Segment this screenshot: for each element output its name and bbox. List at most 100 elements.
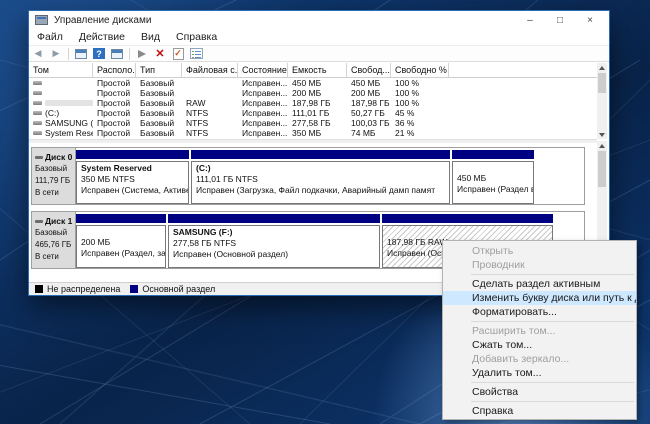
partition-status: Исправен (Система, Активен, <box>81 185 189 195</box>
caption-buttons: – □ × <box>515 11 605 29</box>
column-header-type[interactable]: Тип <box>136 63 182 77</box>
menu-item-explorer: Проводник <box>472 259 525 271</box>
column-header-free-percent[interactable]: Свободно % <box>391 63 449 77</box>
volume-type: Базовый <box>140 98 175 108</box>
disk-1-label[interactable]: Диск 1 Базовый 465,76 ГБ В сети <box>32 212 76 268</box>
mark-active-icon[interactable]: ✓ <box>170 47 186 61</box>
forward-icon[interactable]: ▶ <box>48 47 64 61</box>
menu-item-delete-volume[interactable]: Удалить том... <box>443 366 636 380</box>
partition-samsung-f[interactable]: SAMSUNG (F:) 277,58 ГБ NTFS Исправен (Ос… <box>168 214 380 268</box>
disk-size: 465,76 ГБ <box>35 240 72 249</box>
menu-item-mark-active[interactable]: Сделать раздел активным <box>443 277 636 291</box>
delete-volume-icon[interactable]: ✕ <box>152 47 168 61</box>
menu-item-help[interactable]: Справка <box>443 404 636 418</box>
volume-icon <box>33 121 42 125</box>
menu-help[interactable]: Справка <box>168 31 225 43</box>
back-icon[interactable]: ◀ <box>30 47 46 61</box>
table-row[interactable]: System Reserved Простой Базовый NTFS Исп… <box>29 128 597 138</box>
partition-size: 350 МБ NTFS <box>81 174 135 184</box>
volume-fs: RAW <box>186 98 206 108</box>
disk-0-label[interactable]: Диск 0 Базовый 111,79 ГБ В сети <box>32 148 76 204</box>
volume-icon <box>33 101 42 105</box>
close-button[interactable]: × <box>575 11 605 29</box>
minimize-button[interactable]: – <box>515 11 545 29</box>
volume-icon <box>33 81 42 85</box>
scroll-up-button[interactable] <box>597 141 607 150</box>
disk-0-row: Диск 0 Базовый 111,79 ГБ В сети System R… <box>31 147 585 205</box>
column-header-filesystem[interactable]: Файловая с... <box>182 63 238 77</box>
partition-color-bar <box>382 214 553 223</box>
disk-name: Диск 1 <box>45 216 73 226</box>
scrollbar-thumb[interactable] <box>598 73 606 93</box>
window-glyph-icon <box>111 48 123 59</box>
volume-free: 450 МБ <box>351 78 381 88</box>
volume-layout: Простой <box>97 98 131 108</box>
legend-unallocated: Не распределена <box>35 284 120 294</box>
table-row[interactable]: Простой Базовый Исправен... 200 МБ 200 М… <box>29 88 597 98</box>
table-row[interactable]: Простой Базовый RAW Исправен... 187,98 Г… <box>29 98 597 108</box>
menu-bar: Файл Действие Вид Справка <box>29 29 609 45</box>
column-header-capacity[interactable]: Емкость <box>288 63 347 77</box>
partition-color-bar <box>168 214 380 223</box>
console-tree-icon[interactable] <box>73 47 89 61</box>
menu-item-open: Открыть <box>472 245 514 257</box>
scroll-down-button[interactable] <box>597 130 607 139</box>
disk-size: 111,79 ГБ <box>35 176 71 185</box>
volume-type: Базовый <box>140 108 175 118</box>
column-header-layout[interactable]: Располо... <box>93 63 136 77</box>
scroll-up-icon <box>599 143 605 148</box>
disk-status: В сети <box>35 252 59 261</box>
partition-title: SAMSUNG (F:) <box>173 227 233 237</box>
menu-item-change-drive-letter[interactable]: Изменить букву диска или путь к диску... <box>443 291 636 305</box>
disk-icon <box>35 155 43 159</box>
volume-layout: Простой <box>97 78 131 88</box>
column-header-free[interactable]: Свобод... <box>347 63 391 77</box>
volume-layout: Простой <box>97 118 131 128</box>
disk-name: Диск 0 <box>45 152 73 162</box>
scroll-up-button[interactable] <box>597 63 607 72</box>
menu-item-shrink-volume[interactable]: Сжать том... <box>443 338 636 352</box>
scroll-up-icon <box>599 65 605 70</box>
menu-view[interactable]: Вид <box>133 31 168 43</box>
volume-status: Исправен... <box>242 98 288 108</box>
partition-status: Исправен (Раздел, защ <box>81 248 166 258</box>
volume-capacity: 200 МБ <box>292 88 322 98</box>
title-bar: Управление дисками – □ × <box>29 11 609 29</box>
properties-icon[interactable] <box>188 47 204 61</box>
partition-c-drive[interactable]: (C:) 111,01 ГБ NTFS Исправен (Загрузка, … <box>191 150 450 204</box>
menu-file[interactable]: Файл <box>29 31 71 43</box>
table-row[interactable]: (C:) Простой Базовый NTFS Исправен... 11… <box>29 108 597 118</box>
partition-size: 277,58 ГБ NTFS <box>173 238 237 248</box>
volume-free-percent: 100 % <box>395 98 420 108</box>
column-header-status[interactable]: Состояние <box>238 63 288 77</box>
partition-recovery[interactable]: 450 МБ Исправен (Раздел восстановле <box>452 150 534 204</box>
maximize-button[interactable]: □ <box>545 11 575 29</box>
volume-free-percent: 100 % <box>395 78 420 88</box>
primary-partition-color-swatch <box>130 285 139 293</box>
table-row[interactable]: Простой Базовый Исправен... 450 МБ 450 М… <box>29 78 597 88</box>
help-icon[interactable]: ? <box>91 47 107 61</box>
partition-color-bar <box>76 214 166 223</box>
volume-type: Базовый <box>140 78 175 88</box>
menu-item-format[interactable]: Форматировать... <box>443 305 636 319</box>
menu-action[interactable]: Действие <box>71 31 133 43</box>
legend-label: Не распределена <box>47 284 121 294</box>
legend-label: Основной раздел <box>142 284 216 294</box>
menu-item-properties[interactable]: Свойства <box>443 385 636 399</box>
scrollbar-thumb[interactable] <box>598 151 606 187</box>
volume-capacity: 350 МБ <box>292 128 322 138</box>
volume-fs: NTFS <box>186 128 209 138</box>
partition-200mb[interactable]: 200 МБ Исправен (Раздел, защ <box>76 214 166 268</box>
volume-capacity: 450 МБ <box>292 78 322 88</box>
disk-status: В сети <box>35 188 59 197</box>
column-header-volume[interactable]: Том <box>29 63 93 77</box>
action-pane-icon[interactable] <box>109 47 125 61</box>
table-row[interactable]: SAMSUNG (F:) Простой Базовый NTFS Исправ… <box>29 118 597 128</box>
scroll-down-icon <box>599 132 605 137</box>
volume-list-scrollbar[interactable] <box>597 63 607 139</box>
volume-free: 74 МБ <box>351 128 376 138</box>
partition-system-reserved[interactable]: System Reserved 350 МБ NTFS Исправен (Си… <box>76 150 189 204</box>
pointer-icon[interactable] <box>134 47 150 61</box>
check-document-icon: ✓ <box>172 47 184 60</box>
volume-name: (C:) <box>45 108 60 118</box>
